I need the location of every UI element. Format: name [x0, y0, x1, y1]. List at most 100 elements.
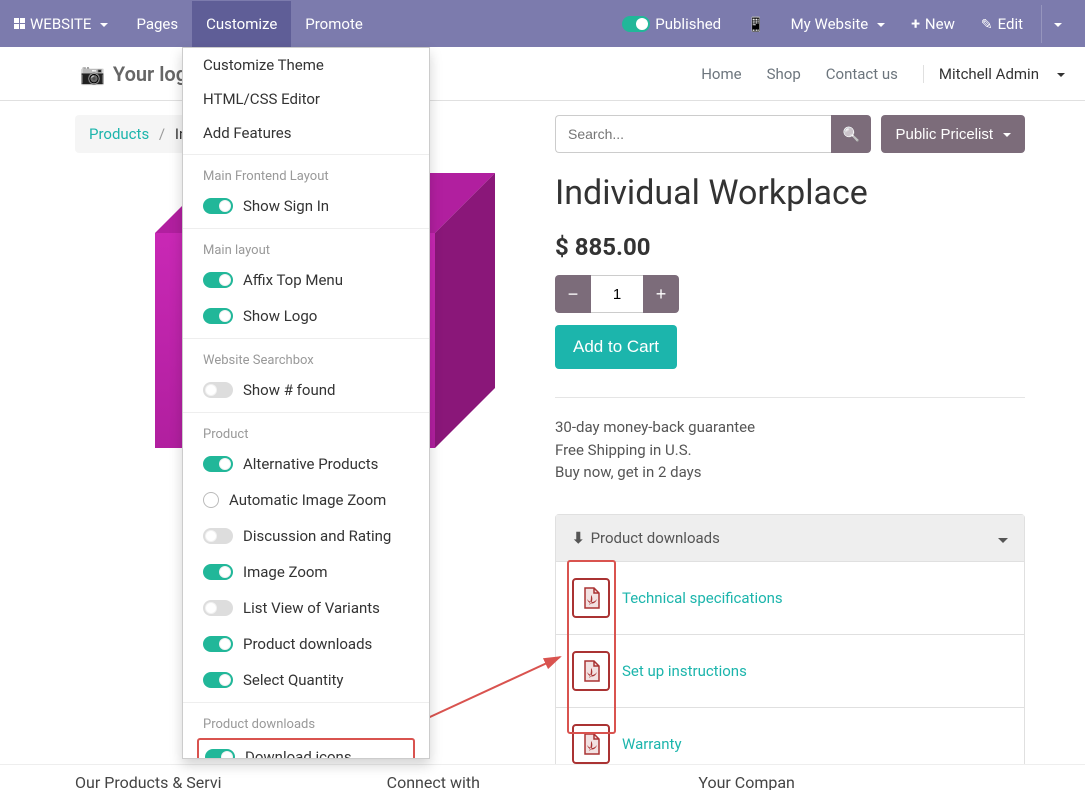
product-info: 30-day money-back guaranteeFree Shipping… — [555, 397, 1025, 484]
product-title: Individual Workplace — [555, 173, 1025, 213]
edit-button[interactable]: Edit — [973, 5, 1031, 43]
my-website-label: My Website — [791, 15, 869, 33]
toggle-label: Download icons — [245, 748, 352, 759]
info-line: 30-day money-back guarantee — [555, 416, 1025, 439]
dropdown-toggle[interactable]: Download icons — [203, 742, 409, 759]
pdf-icon — [572, 578, 610, 618]
toggle-switch-icon — [203, 456, 233, 472]
chevron-down-icon — [998, 529, 1008, 547]
toggle-switch-icon — [203, 636, 233, 652]
grid-icon — [14, 18, 25, 29]
toggle-label: Image Zoom — [243, 563, 328, 581]
mobile-icon — [747, 15, 764, 33]
dropdown-toggle[interactable]: Discussion and Rating — [183, 518, 429, 554]
qty-input[interactable] — [591, 275, 643, 313]
dropdown-item[interactable]: HTML/CSS Editor — [183, 82, 429, 116]
footer: Our Products & Servi Connect with Your C… — [0, 764, 1085, 790]
mobile-preview-button[interactable] — [739, 5, 772, 43]
dropdown-toggle[interactable]: Show Sign In — [183, 188, 429, 224]
product-price: $ 885.00 — [555, 233, 1025, 261]
site-nav: Home Shop Contact us Mitchell Admin — [701, 65, 1065, 83]
topbar-right: Published My Website New Edit — [614, 4, 1085, 43]
toggle-label: Automatic Image Zoom — [229, 491, 386, 509]
customize-menu[interactable]: Customize — [192, 1, 291, 47]
website-menu[interactable]: WEBSITE — [0, 1, 122, 47]
topbar: WEBSITE Pages Customize Promote Publishe… — [0, 0, 1085, 47]
user-menu[interactable]: Mitchell Admin — [923, 65, 1065, 83]
qty-decrease-button[interactable]: − — [555, 275, 591, 313]
pricelist-button[interactable]: Public Pricelist — [881, 115, 1025, 153]
toggle-switch-icon — [203, 198, 233, 214]
toggle-label: Affix Top Menu — [243, 271, 343, 289]
pdf-icon — [572, 651, 610, 691]
downloads-accordion: Product downloads Technical specificatio… — [555, 514, 1025, 781]
dropdown-item[interactable]: Customize Theme — [183, 48, 429, 82]
toggle-label: Discussion and Rating — [243, 527, 391, 545]
dropdown-toggle[interactable]: Select Quantity — [183, 662, 429, 698]
breadcrumb-products[interactable]: Products — [89, 125, 149, 143]
toggle-switch-icon — [203, 528, 233, 544]
download-link[interactable]: Warranty — [622, 735, 682, 753]
dropdown-toggle[interactable]: List View of Variants — [183, 590, 429, 626]
toggle-label: Show Logo — [243, 307, 317, 325]
nav-home[interactable]: Home — [701, 65, 741, 83]
pencil-icon — [981, 15, 993, 33]
qty-increase-button[interactable]: + — [643, 275, 679, 313]
caret-down-icon — [999, 126, 1011, 143]
toggle-label: Select Quantity — [243, 671, 344, 689]
add-to-cart-button[interactable]: Add to Cart — [555, 325, 677, 369]
site-header: Your logo Home Shop Contact us Mitchell … — [0, 47, 1085, 101]
footer-col-1: Our Products & Servi — [75, 773, 387, 790]
promote-menu[interactable]: Promote — [291, 1, 377, 47]
toggle-switch-icon — [205, 749, 235, 759]
toggle-label: Show # found — [243, 381, 335, 399]
customize-dropdown: Customize ThemeHTML/CSS EditorAdd Featur… — [182, 47, 430, 759]
highlight-box: Download icons — [197, 738, 415, 759]
dropdown-toggle[interactable]: Product downloads — [183, 626, 429, 662]
camera-icon — [80, 62, 105, 86]
download-link[interactable]: Technical specifications — [622, 589, 783, 607]
toggle-switch-icon — [203, 272, 233, 288]
new-button[interactable]: New — [903, 4, 963, 43]
downloads-header[interactable]: Product downloads — [556, 515, 1024, 561]
dropdown-toggle[interactable]: Image Zoom — [183, 554, 429, 590]
dropdown-toggle[interactable]: Alternative Products — [183, 446, 429, 482]
dropdown-toggle[interactable]: Show Logo — [183, 298, 429, 334]
info-line: Free Shipping in U.S. — [555, 439, 1025, 462]
edit-label: Edit — [998, 15, 1023, 33]
toggle-label: Product downloads — [243, 635, 372, 653]
toggle-switch-icon — [203, 564, 233, 580]
nav-contact[interactable]: Contact us — [826, 65, 898, 83]
website-label: WEBSITE — [30, 15, 91, 33]
search-input[interactable] — [555, 115, 831, 153]
toggle-label: Show Sign In — [243, 197, 329, 215]
dropdown-toggle[interactable]: Affix Top Menu — [183, 262, 429, 298]
breadcrumb-separator: / — [159, 125, 165, 143]
download-link[interactable]: Set up instructions — [622, 662, 747, 680]
footer-col-3: Your Compan — [698, 773, 1010, 790]
download-row: Technical specifications — [556, 561, 1024, 634]
nav-shop[interactable]: Shop — [767, 65, 801, 83]
search-button[interactable] — [831, 115, 871, 153]
extra-menu[interactable] — [1041, 5, 1070, 43]
download-icon — [572, 529, 591, 547]
info-line: Buy now, get in 2 days — [555, 461, 1025, 484]
radio-icon — [203, 492, 219, 508]
pages-menu[interactable]: Pages — [122, 1, 192, 47]
downloads-header-label: Product downloads — [591, 529, 720, 547]
search-row: Public Pricelist — [555, 115, 1025, 153]
download-row: Set up instructions — [556, 634, 1024, 707]
published-toggle[interactable]: Published — [614, 5, 729, 43]
dropdown-item[interactable]: Add Features — [183, 116, 429, 150]
caret-down-icon — [96, 15, 108, 33]
dropdown-section-header: Main Frontend Layout — [183, 159, 429, 188]
pdf-icon — [572, 724, 610, 764]
my-website-menu[interactable]: My Website — [783, 5, 894, 43]
caret-down-icon — [873, 15, 885, 33]
toggle-on-icon — [622, 16, 650, 32]
dropdown-toggle[interactable]: Automatic Image Zoom — [183, 482, 429, 518]
toggle-switch-icon — [203, 672, 233, 688]
pricelist-label: Public Pricelist — [895, 126, 993, 143]
logo-area[interactable]: Your logo — [80, 62, 198, 86]
dropdown-toggle[interactable]: Show # found — [183, 372, 429, 408]
